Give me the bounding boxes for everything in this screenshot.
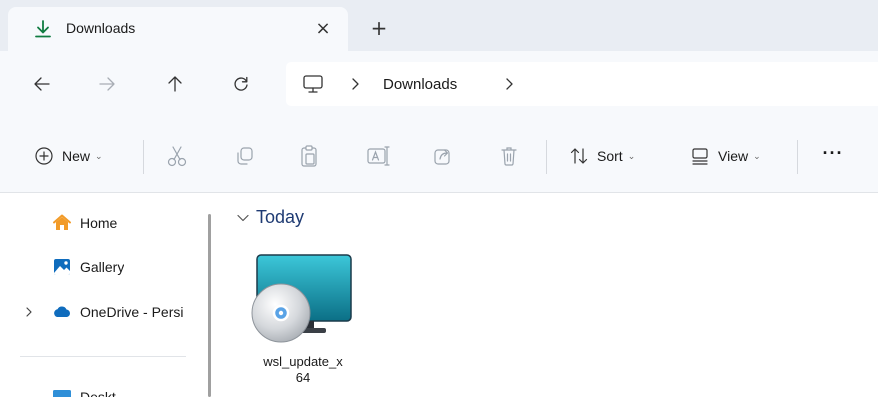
up-button[interactable] (161, 70, 189, 98)
new-label: New (62, 148, 91, 164)
breadcrumb-downloads[interactable]: Downloads (383, 76, 457, 93)
view-button[interactable]: View ⌄ (690, 143, 761, 169)
sidebar-item-home[interactable]: Home (0, 208, 205, 238)
file-name-line: wsl_update_x (263, 354, 343, 369)
navigation-pane-scrollbar[interactable] (208, 214, 211, 397)
toolbar-divider (546, 140, 547, 174)
chevron-down-icon: ⌄ (627, 152, 636, 162)
sidebar-item-label: Home (80, 215, 118, 231)
sort-label: Sort (597, 148, 623, 164)
share-button[interactable] (432, 143, 454, 169)
tab-downloads[interactable]: Downloads × (8, 7, 348, 51)
copy-button[interactable] (234, 143, 256, 169)
arrow-left-icon (34, 77, 50, 91)
close-tab-button[interactable]: × (311, 17, 335, 41)
view-label: View (718, 148, 749, 164)
more-options-button[interactable]: ··· (819, 143, 847, 169)
sidebar-item-label: Gallery (80, 259, 125, 275)
tab-title: Downloads (66, 20, 136, 36)
desktop-icon (53, 390, 71, 397)
toolbar-divider (797, 140, 798, 174)
command-bar: New ⌄ Sort ⌄ View ⌄ ··· (0, 116, 878, 193)
cut-button[interactable] (166, 143, 188, 169)
refresh-button[interactable] (227, 70, 255, 98)
trash-icon (501, 147, 517, 166)
file-name-line: 64 (295, 370, 311, 385)
scissors-icon (167, 146, 187, 167)
delete-button[interactable] (499, 143, 519, 169)
share-icon (434, 149, 450, 165)
chevron-right-icon[interactable] (502, 76, 516, 92)
sidebar-item-label: Deskt (80, 389, 116, 397)
toolbar-divider (143, 140, 144, 174)
chevron-right-icon[interactable] (348, 76, 362, 92)
sidebar-divider (20, 356, 186, 357)
this-pc-icon (303, 75, 323, 93)
installer-package-icon (251, 254, 352, 343)
sidebar-item-gallery[interactable]: Gallery (0, 252, 205, 282)
copy-icon (237, 147, 253, 165)
arrow-up-icon (168, 76, 182, 92)
new-button[interactable]: New ⌄ (34, 143, 103, 169)
gallery-icon (54, 259, 70, 275)
refresh-icon (234, 76, 248, 91)
onedrive-cloud-icon (54, 306, 70, 317)
file-item[interactable]: wsl_update_x 64 (244, 248, 362, 397)
forward-button[interactable] (93, 70, 121, 98)
paste-icon (301, 145, 317, 167)
chevron-down-icon (237, 214, 249, 221)
chevron-down-icon: ⌄ (753, 152, 761, 162)
group-header-today[interactable]: Today (236, 207, 304, 228)
new-tab-button[interactable]: + (367, 17, 391, 41)
navigation-bar: Downloads (0, 51, 878, 116)
back-button[interactable] (28, 70, 56, 98)
plus-circle-icon (35, 147, 53, 165)
download-icon (35, 20, 51, 38)
file-name: wsl_update_x 64 (244, 354, 362, 386)
sort-button[interactable]: Sort ⌄ (569, 143, 635, 169)
sort-icon (570, 148, 588, 164)
sidebar-item-desktop[interactable]: Deskt (0, 382, 205, 397)
paste-button[interactable] (299, 143, 319, 169)
rename-icon (367, 146, 390, 166)
view-icon (692, 148, 708, 165)
chevron-right-icon[interactable] (24, 306, 34, 318)
address-bar[interactable]: Downloads (286, 62, 878, 106)
chevron-down-icon: ⌄ (95, 152, 103, 162)
arrow-right-icon (99, 77, 115, 91)
tab-strip: Downloads × + (0, 0, 878, 51)
group-label: Today (256, 207, 305, 227)
home-icon (53, 214, 71, 230)
sidebar-item-onedrive[interactable]: OneDrive - Persi (0, 297, 205, 327)
sidebar-item-label: OneDrive - Persi (80, 304, 184, 320)
navigation-pane: Home Gallery OneDrive - Persi Deskt (0, 194, 210, 397)
rename-button[interactable] (366, 143, 390, 169)
